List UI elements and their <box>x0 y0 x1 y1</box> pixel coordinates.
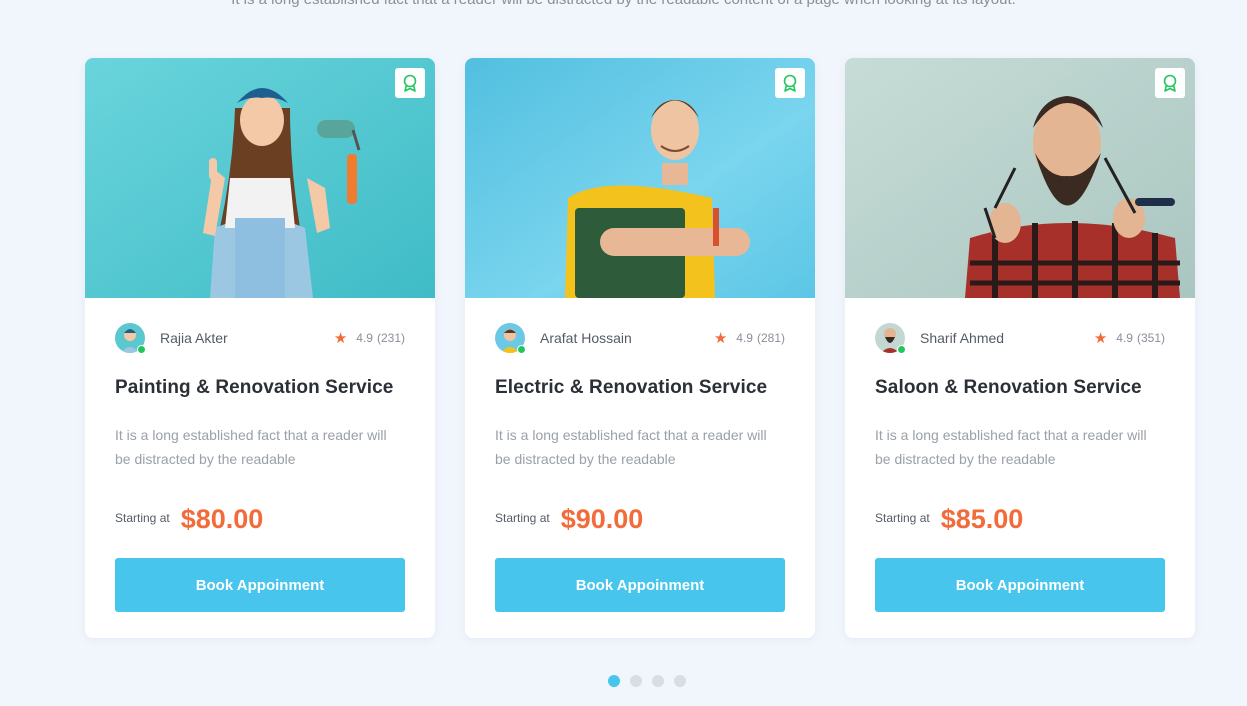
service-description: It is a long established fact that a rea… <box>875 427 1147 467</box>
avatar[interactable] <box>115 323 146 354</box>
bookmark-button[interactable] <box>1155 68 1185 98</box>
service-photo-electrician <box>465 58 815 298</box>
provider-name[interactable]: Rajia Akter <box>160 330 228 346</box>
carousel-pagination <box>608 675 686 687</box>
online-status-dot <box>897 345 906 354</box>
rating: ★ 4.9 (281) <box>714 331 785 346</box>
star-icon: ★ <box>333 329 348 347</box>
online-status-dot <box>517 345 526 354</box>
book-appointment-button[interactable]: Book Appoinment <box>875 558 1165 612</box>
star-icon: ★ <box>713 329 728 347</box>
service-card[interactable]: Sharif Ahmed ★ 4.9 (351) Saloon & Renova… <box>845 58 1195 638</box>
pagination-dot-3[interactable] <box>652 675 664 687</box>
review-count: (231) <box>376 331 405 345</box>
pagination-dot-1[interactable] <box>608 675 620 687</box>
award-icon <box>403 74 417 92</box>
provider-name[interactable]: Sharif Ahmed <box>920 330 1004 346</box>
price-label: Starting at <box>495 511 550 525</box>
bookmark-button[interactable] <box>395 68 425 98</box>
price-label: Starting at <box>875 511 930 525</box>
review-count: (281) <box>756 331 785 345</box>
book-appointment-button[interactable]: Book Appoinment <box>495 558 785 612</box>
service-photo-barber <box>845 58 1195 298</box>
rating-value: 4.9 <box>1116 331 1133 345</box>
rating: ★ 4.9 (231) <box>334 331 405 346</box>
star-icon: ★ <box>1093 329 1108 347</box>
pagination-dot-4[interactable] <box>674 675 686 687</box>
price: $90.00 <box>560 504 644 534</box>
pagination-dot-2[interactable] <box>630 675 642 687</box>
service-title[interactable]: Painting & Renovation Service <box>115 377 405 399</box>
price: $85.00 <box>940 504 1024 534</box>
provider-name[interactable]: Arafat Hossain <box>540 330 632 346</box>
service-cards: Rajia Akter ★ 4.9 (231) Painting & Renov… <box>85 58 1195 638</box>
price-label: Starting at <box>115 511 170 525</box>
award-icon <box>783 74 797 92</box>
service-description: It is a long established fact that a rea… <box>115 427 387 467</box>
rating: ★ 4.9 (351) <box>1094 331 1165 346</box>
service-card[interactable]: Arafat Hossain ★ 4.9 (281) Electric & Re… <box>465 58 815 638</box>
service-card[interactable]: Rajia Akter ★ 4.9 (231) Painting & Renov… <box>85 58 435 638</box>
online-status-dot <box>137 345 146 354</box>
book-appointment-button[interactable]: Book Appoinment <box>115 558 405 612</box>
avatar[interactable] <box>495 323 526 354</box>
section-subtitle: It is a long established fact that a rea… <box>0 0 1247 8</box>
bookmark-button[interactable] <box>775 68 805 98</box>
award-icon <box>1163 74 1177 92</box>
service-photo-painter <box>85 58 435 298</box>
price: $80.00 <box>180 504 264 534</box>
review-count: (351) <box>1136 331 1165 345</box>
service-title[interactable]: Saloon & Renovation Service <box>875 377 1165 399</box>
rating-value: 4.9 <box>356 331 373 345</box>
service-title[interactable]: Electric & Renovation Service <box>495 377 785 399</box>
rating-value: 4.9 <box>736 331 753 345</box>
avatar[interactable] <box>875 323 906 354</box>
service-description: It is a long established fact that a rea… <box>495 427 767 467</box>
